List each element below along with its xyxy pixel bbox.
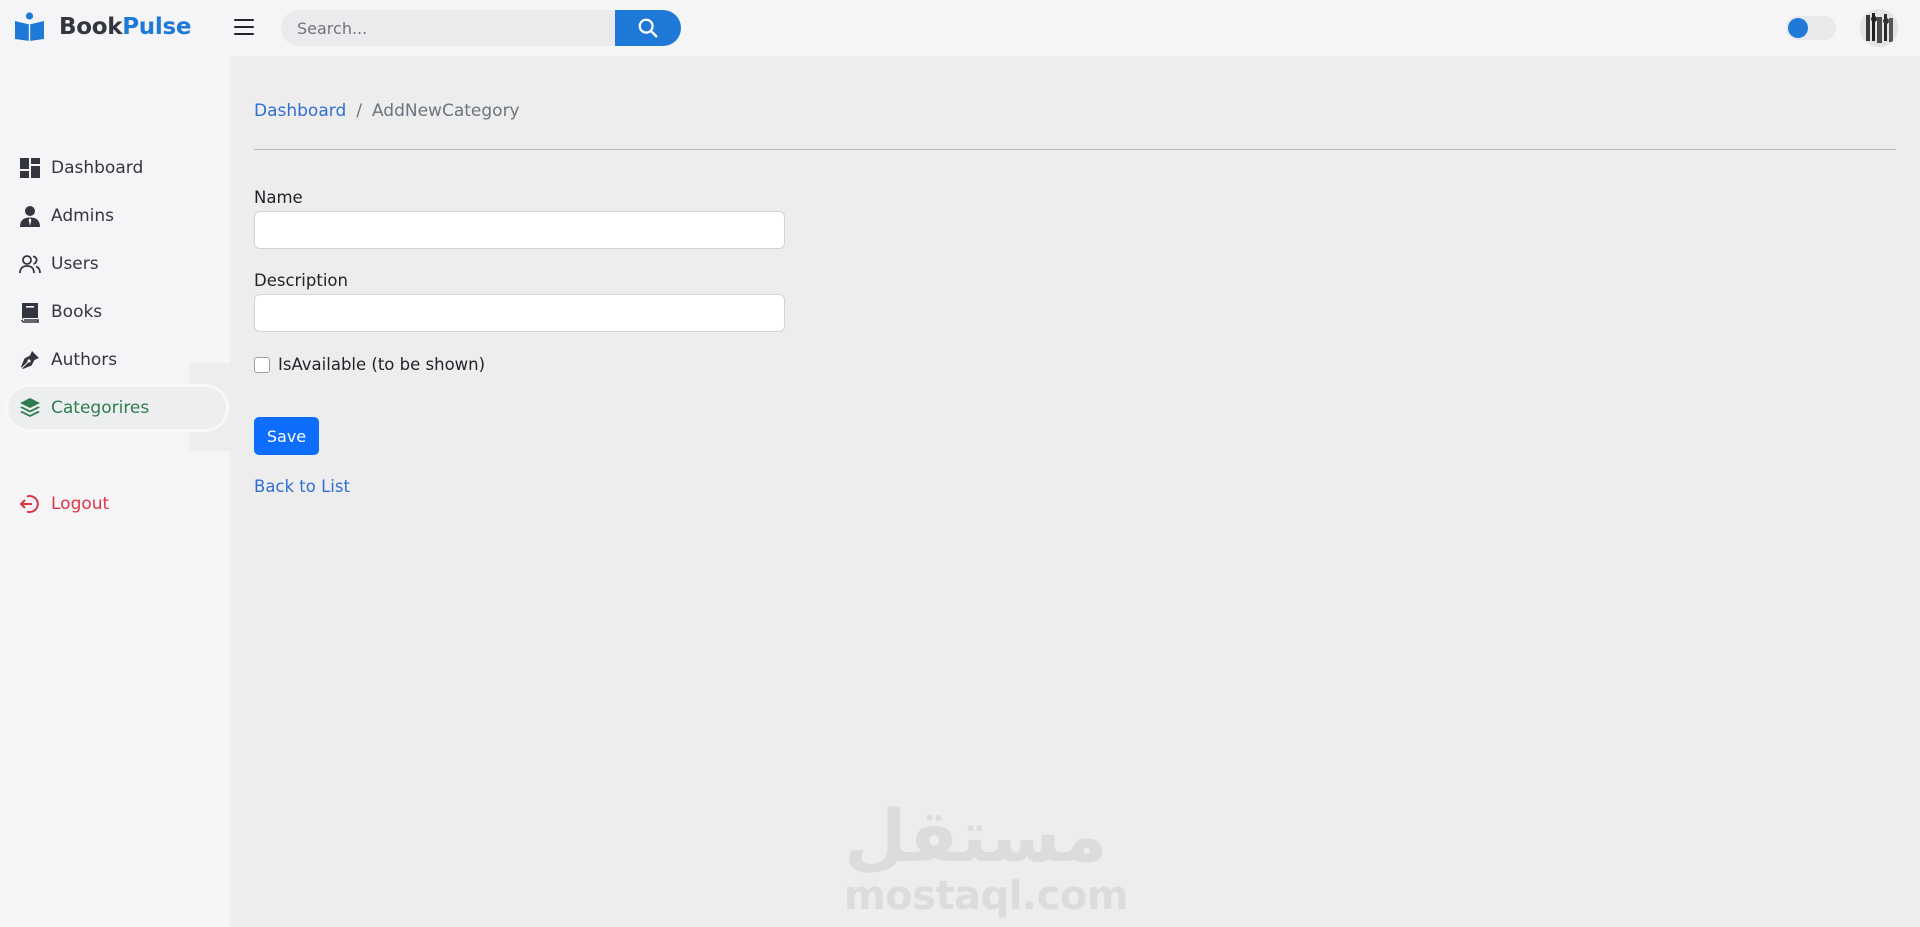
name-field[interactable] [254, 211, 785, 249]
available-checkbox[interactable] [254, 356, 270, 373]
main-content: Dashboard / AddNewCategory Name Descript… [230, 56, 1920, 927]
breadcrumb-dashboard-link[interactable]: Dashboard [254, 101, 346, 121]
sidebar-item-books[interactable]: Books [8, 291, 226, 333]
logout-icon [19, 495, 39, 513]
brand-logo[interactable]: BookPulse [14, 12, 191, 41]
book-icon [21, 303, 39, 323]
sidebar-item-dashboard[interactable]: Dashboard [8, 147, 226, 189]
hamburger-menu-icon[interactable] [233, 17, 255, 37]
description-field[interactable] [254, 294, 785, 332]
search-bar [281, 10, 681, 46]
save-button[interactable]: Save [254, 417, 319, 455]
header-divider [254, 149, 1896, 150]
search-icon [638, 18, 658, 38]
logout-label: Logout [51, 494, 110, 514]
toggle-knob [1788, 18, 1808, 38]
watermark-latin: mostaql.com [844, 873, 1129, 919]
breadcrumb-current: AddNewCategory [371, 101, 520, 121]
user-avatar[interactable] [1860, 9, 1898, 47]
name-label: Name [254, 188, 303, 207]
available-label: IsAvailable (to be shown) [278, 355, 486, 374]
users-icon [19, 255, 41, 274]
sidebar-item-admins[interactable]: Admins [8, 195, 226, 237]
description-label: Description [254, 271, 348, 290]
back-to-list-link[interactable]: Back to List [254, 477, 350, 496]
dashboard-icon [20, 158, 40, 178]
admin-icon [20, 206, 40, 227]
breadcrumb-separator: / [356, 101, 362, 121]
breadcrumb: Dashboard / AddNewCategory [254, 101, 520, 121]
available-option: IsAvailable (to be shown) [254, 355, 485, 374]
watermark-arabic: مستقل [844, 794, 1109, 878]
sidebar-item-label: Dashboard [51, 158, 144, 178]
theme-toggle-switch[interactable] [1786, 16, 1836, 40]
brand-name-part2: Pulse [122, 13, 192, 40]
top-bar: BookPulse [0, 0, 1920, 56]
sidebar-item-label: Admins [51, 206, 115, 226]
logout-button[interactable]: Logout [8, 483, 226, 525]
sidebar-item-label: Books [51, 302, 103, 322]
book-logo-icon [15, 12, 44, 41]
pen-nib-icon [21, 351, 39, 369]
layers-icon [20, 398, 40, 417]
brand-name: BookPulse [59, 14, 191, 40]
watermark: مستقل mostaql.com [844, 794, 1129, 919]
avatar-image [1860, 9, 1898, 47]
brand-name-part1: Book [59, 13, 123, 40]
sidebar-item-label: Authors [51, 350, 118, 370]
sidebar-item-label: Categorires [51, 398, 150, 418]
sidebar-item-categories[interactable]: Categorires [8, 387, 226, 429]
search-button[interactable] [615, 10, 681, 46]
search-input[interactable] [281, 10, 615, 46]
sidebar-item-users[interactable]: Users [8, 243, 226, 285]
sidebar: Dashboard Admins Users Books Authors Cat… [0, 56, 230, 927]
sidebar-item-label: Users [51, 254, 99, 274]
